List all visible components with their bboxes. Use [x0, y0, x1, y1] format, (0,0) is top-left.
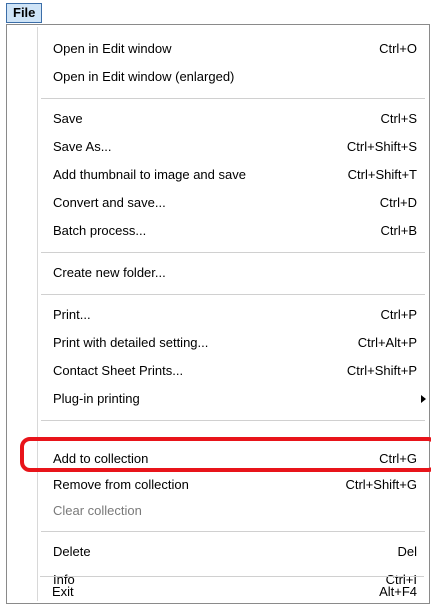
menu-separator	[41, 531, 425, 533]
menu-item-shortcut: Alt+F4	[379, 584, 417, 599]
menu-item-delete[interactable]: Delete Del	[7, 538, 429, 566]
menu-item-shortcut: Ctrl+Shift+P	[346, 363, 417, 378]
menu-item-batch-process[interactable]: Batch process... Ctrl+B	[7, 217, 429, 245]
menu-item-open-edit-window-enlarged[interactable]: Open in Edit window (enlarged)	[7, 63, 429, 91]
menu-item-add-to-collection[interactable]: Add to collection Ctrl+G	[7, 445, 429, 473]
menu-item-label: Exit	[52, 584, 74, 599]
menu-item-remove-from-collection[interactable]: Remove from collection Ctrl+Shift+G	[7, 471, 429, 499]
menu-separator	[40, 576, 424, 577]
menu-item-shortcut: Ctrl+O	[379, 41, 417, 56]
menu-separator	[41, 420, 425, 422]
menu-item-label: Contact Sheet Prints...	[53, 363, 184, 378]
menu-item-label: Plug-in printing	[53, 391, 140, 406]
menu-item-shortcut: Ctrl+Alt+P	[357, 335, 417, 350]
menu-item-label: Open in Edit window (enlarged)	[53, 69, 235, 84]
menu-item-add-thumbnail-and-save[interactable]: Add thumbnail to image and save Ctrl+Shi…	[7, 161, 429, 189]
menu-item-label: Convert and save...	[53, 195, 166, 210]
file-menu-dropdown: Open in Edit window Ctrl+O Open in Edit …	[6, 24, 430, 604]
menu-item-label: Delete	[53, 544, 91, 559]
menu-item-label: Save As...	[53, 139, 112, 154]
menu-item-label: Add to collection	[53, 451, 149, 466]
menu-item-open-edit-window[interactable]: Open in Edit window Ctrl+O	[7, 35, 429, 63]
menu-item-convert-and-save[interactable]: Convert and save... Ctrl+D	[7, 189, 429, 217]
menu-item-shortcut: Ctrl+G	[379, 451, 417, 466]
menu-item-print-detailed-setting[interactable]: Print with detailed setting... Ctrl+Alt+…	[7, 329, 429, 357]
menu-separator	[41, 294, 425, 296]
menu-item-shortcut: Del	[397, 544, 417, 559]
menu-bar: File	[0, 0, 431, 26]
menu-item-shortcut: Ctrl+S	[380, 111, 417, 126]
menu-item-clear-collection[interactable]: Clear collection	[7, 497, 429, 525]
menu-item-label: Clear collection	[53, 503, 142, 518]
menu-item-label: Create new folder...	[53, 265, 166, 280]
menu-item-shortcut: Ctrl+P	[380, 307, 417, 322]
submenu-arrow-icon	[421, 395, 426, 403]
menu-item-label: Remove from collection	[53, 477, 189, 492]
menu-item-shortcut: Ctrl+Shift+T	[347, 167, 417, 182]
menu-item-label: Open in Edit window	[53, 41, 172, 56]
menu-item-contact-sheet-prints[interactable]: Contact Sheet Prints... Ctrl+Shift+P	[7, 357, 429, 385]
menu-item-label: Save	[53, 111, 83, 126]
menu-item-exit[interactable]: Exit Alt+F4	[6, 578, 430, 606]
menu-item-label: Print...	[53, 307, 91, 322]
menu-item-save[interactable]: Save Ctrl+S	[7, 105, 429, 133]
menu-item-label: Add thumbnail to image and save	[53, 167, 246, 182]
menu-separator	[41, 98, 425, 100]
menu-item-label: Print with detailed setting...	[53, 335, 209, 350]
menu-separator	[41, 252, 425, 254]
menu-item-plug-in-printing[interactable]: Plug-in printing	[7, 385, 429, 413]
menu-item-label: Batch process...	[53, 223, 147, 238]
menu-item-shortcut: Ctrl+Shift+G	[345, 477, 417, 492]
menu-item-shortcut: Ctrl+B	[380, 223, 417, 238]
menu-item-save-as[interactable]: Save As... Ctrl+Shift+S	[7, 133, 429, 161]
menu-item-shortcut: Ctrl+D	[379, 195, 417, 210]
menu-item-print[interactable]: Print... Ctrl+P	[7, 301, 429, 329]
file-menu-button[interactable]: File	[6, 3, 43, 23]
menu-item-create-new-folder[interactable]: Create new folder...	[7, 259, 429, 287]
menu-item-shortcut: Ctrl+Shift+S	[346, 139, 417, 154]
